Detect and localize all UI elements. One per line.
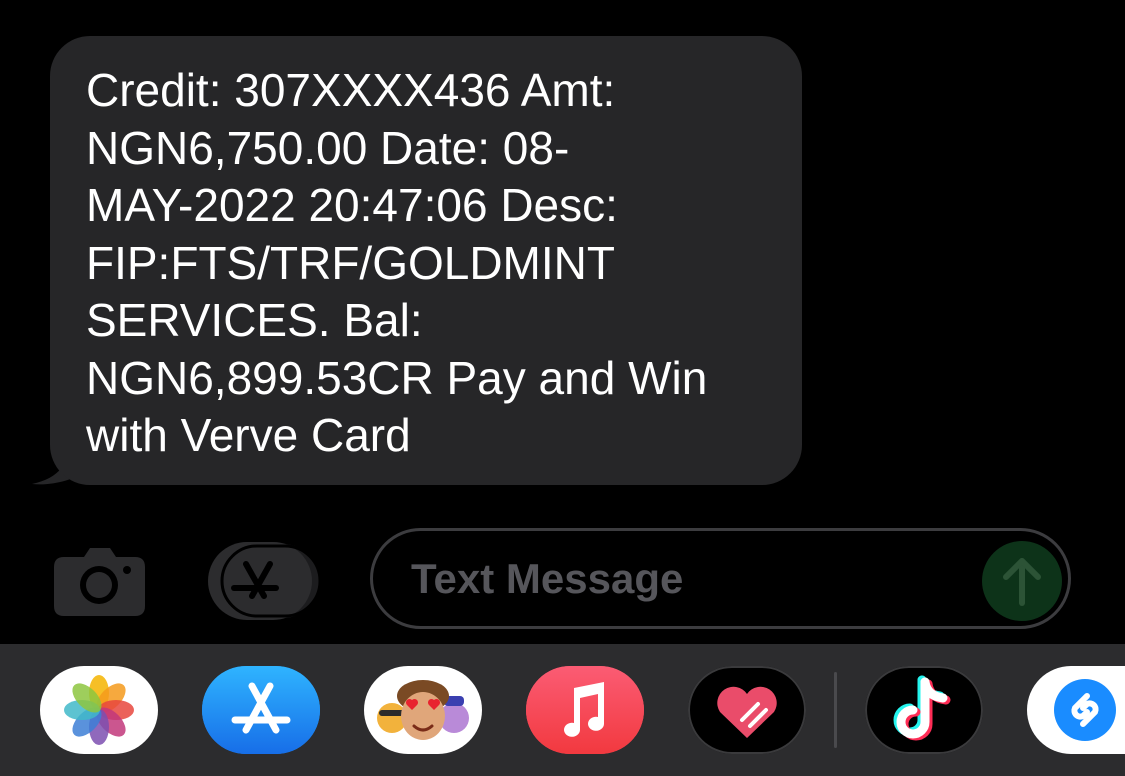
- shazam-icon: [1054, 679, 1116, 741]
- tiktok-icon: [893, 675, 951, 741]
- message-line: SERVICES. Bal:: [86, 294, 423, 346]
- app-drawer-photos[interactable]: [40, 666, 158, 754]
- app-drawer-shazam[interactable]: [1027, 666, 1125, 754]
- message-line: MAY-2022 20:47:06 Desc:: [86, 179, 618, 231]
- app-drawer-app-store[interactable]: [202, 666, 320, 754]
- apps-button[interactable]: [206, 542, 322, 620]
- memoji-icon: [377, 680, 469, 740]
- message-compose-field[interactable]: [370, 528, 1071, 629]
- app-drawer-digital-touch[interactable]: [688, 666, 806, 754]
- app-store-icon: [202, 666, 320, 754]
- digital-touch-icon: [717, 686, 777, 738]
- text-message-input[interactable]: [411, 551, 971, 607]
- message-area: ▔▔ ▔ ▔▔ Credit: 307XXXX436 Amt: NGN6,750.…: [0, 0, 1125, 644]
- music-icon: [526, 666, 644, 754]
- app-drawer-tiktok[interactable]: [865, 666, 983, 754]
- message-line: with Verve Card: [86, 409, 411, 461]
- message-text: Credit: 307XXXX436 Amt: NGN6,750.00 Date:…: [86, 62, 786, 465]
- camera-icon: [54, 548, 145, 616]
- app-drawer: [0, 644, 1125, 776]
- message-line: NGN6,899.53CR Pay and Win: [86, 351, 708, 404]
- message-line: Credit: 307XXXX436 Amt:: [86, 64, 616, 116]
- app-drawer-music[interactable]: [526, 666, 644, 754]
- message-line: FIP:FTS/TRF/GOLDMINT: [86, 236, 615, 289]
- header-cutoff: ▔▔ ▔ ▔▔: [478, 0, 616, 18]
- message-line: NGN6,750.00 Date: 08-: [86, 121, 570, 174]
- app-store-icon: [208, 542, 322, 620]
- arrow-up-icon: [1003, 558, 1041, 606]
- photos-icon: [64, 675, 134, 745]
- app-drawer-divider: [834, 672, 837, 748]
- camera-button[interactable]: [54, 545, 145, 616]
- app-drawer-memoji[interactable]: [364, 666, 482, 754]
- send-button[interactable]: [982, 541, 1062, 621]
